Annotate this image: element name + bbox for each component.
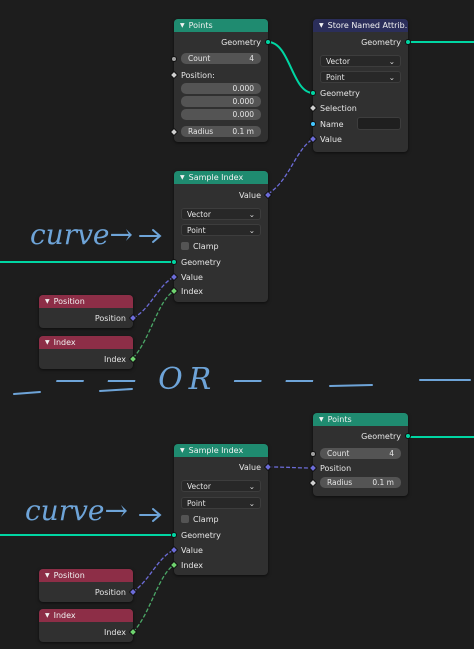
link-points-to-store — [267, 41, 314, 94]
value-input: Value — [181, 545, 203, 555]
position-output: Position — [94, 313, 126, 323]
radius-field[interactable]: Radius 0.1 m — [320, 477, 401, 488]
radius-input-socket[interactable] — [308, 478, 318, 488]
link-position-to-sample-bottom — [132, 549, 175, 593]
node-title: Position — [53, 571, 85, 580]
link-sample-value-to-points — [267, 466, 314, 469]
geometry-input: Geometry — [181, 530, 221, 540]
index-node-bottom[interactable]: ▼ Index Index — [39, 609, 138, 642]
selection-input: Selection — [320, 103, 357, 113]
index-node-top[interactable]: ▼ Index Index — [39, 336, 138, 369]
link-index-to-sample-bottom — [132, 564, 175, 633]
node-title: Sample Index — [188, 173, 244, 182]
chevron-down-icon: ⌄ — [388, 56, 395, 66]
chevron-down-icon: ⌄ — [248, 225, 255, 235]
points-node-bottom[interactable]: ▼ Points Geometry Count 4 Position Radius 0… — [308, 413, 411, 496]
name-text-field[interactable] — [357, 117, 401, 130]
chevron-down-icon[interactable]: ▼ — [180, 174, 185, 181]
geometry-output: Geometry — [221, 37, 261, 47]
node-header[interactable]: ▼ Sample Index — [174, 171, 268, 184]
geometry-input: Geometry — [320, 88, 360, 98]
checkbox-icon[interactable] — [181, 242, 189, 250]
position-node-bottom[interactable]: ▼ Position Position — [39, 569, 138, 602]
clamp-checkbox[interactable]: Clamp — [174, 240, 268, 252]
sample-index-node-bottom[interactable]: ▼ Sample Index Value Vector ⌄ Point ⌄ Clamp… — [169, 444, 273, 575]
domain-dropdown[interactable]: Point ⌄ — [181, 497, 261, 509]
value-output: Value — [239, 190, 261, 200]
node-title: Points — [188, 21, 213, 30]
chevron-down-icon[interactable]: ▼ — [45, 612, 50, 619]
count-field[interactable]: Count 4 — [320, 448, 401, 459]
node-title: Position — [53, 297, 85, 306]
position-node-top[interactable]: ▼ Position Position — [39, 295, 138, 328]
node-title: Index — [53, 338, 76, 347]
chevron-down-icon: ⌄ — [248, 498, 255, 508]
link-index-to-sample-top — [132, 290, 175, 359]
geometry-output-socket[interactable] — [405, 39, 411, 45]
count-input-socket[interactable] — [171, 56, 177, 62]
position-x-field[interactable]: 0.000 — [181, 83, 261, 94]
domain-dropdown[interactable]: Point ⌄ — [320, 71, 401, 83]
index-output: Index — [103, 354, 126, 364]
store-named-attribute-node[interactable]: ▼ Store Named Attrib... Geometry Vector ⌄ … — [308, 19, 411, 152]
position-label: Position: — [181, 70, 215, 80]
index-output: Index — [103, 627, 126, 637]
data-type-dropdown[interactable]: Vector ⌄ — [320, 55, 401, 67]
sample-index-node-top[interactable]: ▼ Sample Index Value Vector ⌄ Point ⌄ Clamp… — [169, 171, 273, 302]
node-title: Index — [53, 611, 76, 620]
chevron-down-icon: ⌄ — [388, 72, 395, 82]
chevron-down-icon[interactable]: ▼ — [45, 298, 50, 305]
chevron-down-icon[interactable]: ▼ — [45, 339, 50, 346]
node-title: Store Named Attrib... — [327, 21, 408, 30]
node-header[interactable]: ▼ Index — [39, 336, 133, 349]
node-header[interactable]: ▼ Points — [313, 413, 408, 426]
link-position-to-sample-top — [132, 276, 175, 319]
node-header[interactable]: ▼ Position — [39, 295, 133, 308]
chevron-down-icon[interactable]: ▼ — [45, 572, 50, 579]
chevron-down-icon[interactable]: ▼ — [180, 22, 185, 29]
node-header[interactable]: ▼ Position — [39, 569, 133, 582]
annotation-curve-bottom: curve→ — [25, 494, 128, 527]
position-input: Position — [320, 463, 352, 473]
data-type-dropdown[interactable]: Vector ⌄ — [181, 480, 261, 492]
value-input: Value — [320, 134, 342, 144]
node-header[interactable]: ▼ Sample Index — [174, 444, 268, 457]
chevron-down-icon[interactable]: ▼ — [319, 22, 324, 29]
domain-dropdown[interactable]: Point ⌄ — [181, 224, 261, 236]
radius-field[interactable]: Radius 0.1 m — [181, 126, 261, 137]
checkbox-icon[interactable] — [181, 515, 189, 523]
node-title: Sample Index — [188, 446, 244, 455]
count-input-socket[interactable] — [310, 451, 316, 457]
link-sample-value-to-store — [267, 138, 314, 195]
geometry-output-socket[interactable] — [265, 39, 271, 45]
geometry-output-socket[interactable] — [405, 433, 411, 439]
index-input: Index — [181, 560, 204, 570]
clamp-checkbox[interactable]: Clamp — [174, 513, 268, 525]
value-output: Value — [239, 462, 261, 472]
node-header[interactable]: ▼ Store Named Attrib... — [313, 19, 408, 32]
geometry-input: Geometry — [181, 257, 221, 267]
value-input: Value — [181, 272, 203, 282]
index-input: Index — [181, 286, 204, 296]
count-field[interactable]: Count 4 — [181, 53, 261, 64]
geometry-output: Geometry — [361, 431, 401, 441]
chevron-down-icon[interactable]: ▼ — [319, 416, 324, 423]
position-z-field[interactable]: 0.000 — [181, 109, 261, 120]
annotation-curve-top: curve→ — [30, 218, 133, 251]
node-title: Points — [327, 415, 352, 424]
position-y-field[interactable]: 0.000 — [181, 96, 261, 107]
chevron-down-icon[interactable]: ▼ — [180, 447, 185, 454]
node-header[interactable]: ▼ Points — [174, 19, 268, 32]
node-header[interactable]: ▼ Index — [39, 609, 133, 622]
points-node-top[interactable]: ▼ Points Geometry Count 4 Position: 0.000 … — [169, 19, 271, 142]
chevron-down-icon: ⌄ — [248, 209, 255, 219]
chevron-down-icon: ⌄ — [248, 481, 255, 491]
position-output: Position — [94, 587, 126, 597]
data-type-dropdown[interactable]: Vector ⌄ — [181, 208, 261, 220]
radius-input-socket[interactable] — [169, 127, 179, 137]
geometry-output: Geometry — [361, 37, 401, 47]
